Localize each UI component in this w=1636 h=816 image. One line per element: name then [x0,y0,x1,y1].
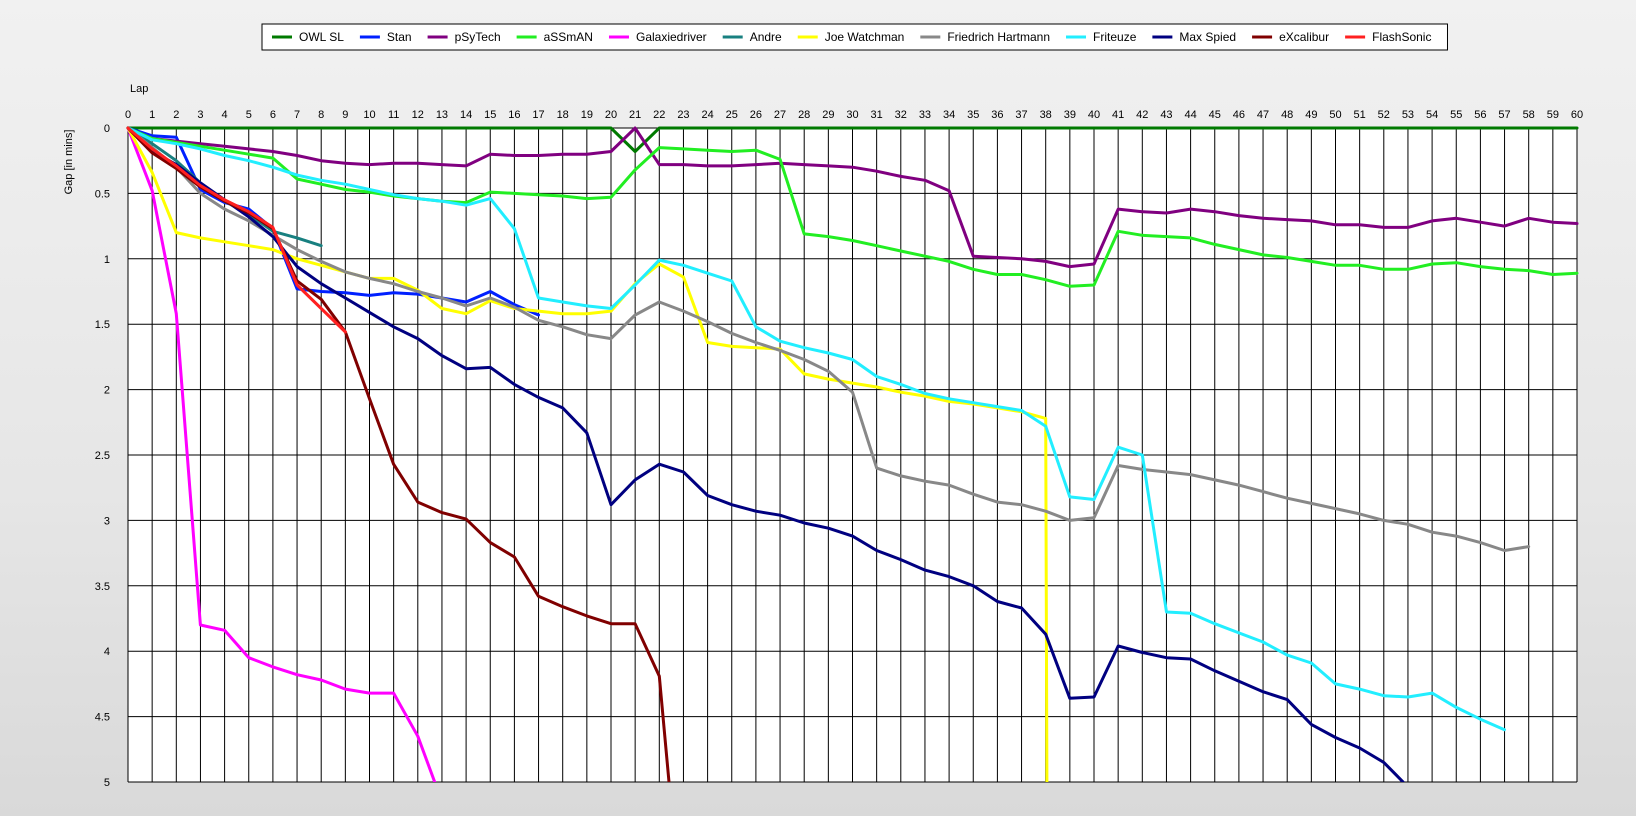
x-tick-label: 32 [895,109,907,121]
x-tick-label: 38 [1040,109,1052,121]
x-tick-label: 19 [581,109,593,121]
x-tick-label: 54 [1426,109,1438,121]
x-tick-label: 34 [943,109,955,121]
x-tick-label: 0 [125,109,131,121]
x-tick-label: 59 [1547,109,1559,121]
x-tick-label: 6 [270,109,276,121]
x-tick-label: 11 [388,109,399,121]
y-tick-label: 4.5 [95,712,110,724]
x-tick-label: 4 [222,109,228,121]
x-tick-label: 36 [991,109,1003,121]
legend-label-stan: Stan [387,30,412,44]
x-tick-label: 47 [1257,109,1269,121]
y-tick-label: 0.5 [95,188,110,200]
x-tick-label: 39 [1064,109,1076,121]
x-tick-label: 16 [508,109,520,121]
x-tick-label: 58 [1523,109,1535,121]
y-tick-label: 3 [104,515,110,527]
x-tick-label: 8 [318,109,324,121]
x-tick-label: 26 [750,109,762,121]
x-tick-label: 12 [412,109,424,121]
x-tick-label: 55 [1450,109,1462,121]
chart-container: 0 1 2 3 4 5 6 7 8 9 10 11 12 13 14 15 16 17 18 19 20 21 22 23 24… [0,0,1636,816]
y-tick-label: 3.5 [95,581,110,593]
x-tick-label: 1 [149,109,155,121]
x-tick-label: 2 [173,109,179,121]
x-tick-label: 37 [1015,109,1027,121]
x-tick-label: 31 [871,109,883,121]
x-tick-label: 60 [1571,109,1583,121]
x-tick-label: 44 [1184,109,1196,121]
x-tick-label: 17 [532,109,544,121]
x-tick-label: 57 [1498,109,1510,121]
x-axis-title: Lap [130,83,148,95]
x-tick-label: 5 [246,109,252,121]
x-tick-label: 48 [1281,109,1293,121]
x-tick-label: 56 [1474,109,1486,121]
x-tick-label: 3 [197,109,203,121]
legend-label-assman: aSSmAN [544,30,593,44]
y-tick-label: 5 [104,777,110,789]
y-tick-label: 0 [104,123,110,135]
legend-label-friteuze: Friteuze [1093,30,1137,44]
x-tick-label: 52 [1378,109,1390,121]
x-tick-label: 25 [726,109,738,121]
x-tick-label: 14 [460,109,472,121]
x-tick-label: 24 [701,109,713,121]
x-tick-label: 20 [605,109,617,121]
x-tick-label: 27 [774,109,786,121]
x-tick-label: 18 [557,109,569,121]
x-tick-label: 53 [1402,109,1414,121]
x-tick-label: 13 [436,109,448,121]
x-tick-label: 45 [1209,109,1221,121]
x-tick-label: 28 [798,109,810,121]
x-tick-label: 7 [294,109,300,121]
y-tick-label: 2 [104,385,110,397]
x-tick-label: 42 [1136,109,1148,121]
legend: OWL SL Stan pSyTech aSSmAN Galaxiedriver Andr… [261,23,1448,51]
legend-label-friedrich-hartmann: Friedrich Hartmann [947,30,1050,44]
x-tick-label: 29 [822,109,834,121]
x-tick-label: 15 [484,109,496,121]
x-tick-label: 22 [653,109,665,121]
y-tick-label: 1.5 [95,319,110,331]
legend-label-galaxiedriver: Galaxiedriver [636,30,707,44]
y-tick-label: 2.5 [95,450,110,462]
legend-label-andre: Andre [750,30,782,44]
x-tick-label: 9 [342,109,348,121]
x-tick-label: 21 [629,109,641,121]
y-tick-label: 4 [104,646,110,658]
y-tick-label: 1 [104,254,110,266]
gap-chart: 0 1 2 3 4 5 6 7 8 9 10 11 12 13 14 15 16 17 18 19 20 21 22 23 24… [63,23,1583,789]
x-tick-label: 51 [1354,109,1366,121]
x-tick-label: 50 [1329,109,1341,121]
x-tick-label: 33 [919,109,931,121]
legend-label-owl-sl: OWL SL [299,30,344,44]
legend-label-psytech: pSyTech [455,30,501,44]
legend-label-max-spied: Max Spied [1179,30,1236,44]
x-tick-label: 43 [1160,109,1172,121]
legend-label-flashsonic: FlashSonic [1372,30,1431,44]
x-tick-label: 23 [677,109,689,121]
x-tick-label: 40 [1088,109,1100,121]
x-tick-label: 41 [1112,109,1124,121]
x-tick-label: 30 [846,109,858,121]
x-tick-label: 49 [1305,109,1317,121]
x-tick-label: 10 [363,109,375,121]
y-axis-title: Gap [in mins] [63,130,75,195]
legend-label-joe-watchman: Joe Watchman [825,30,905,44]
x-tick-label: 46 [1233,109,1245,121]
legend-label-excalibur: eXcalibur [1279,30,1329,44]
x-tick-label: 35 [967,109,979,121]
